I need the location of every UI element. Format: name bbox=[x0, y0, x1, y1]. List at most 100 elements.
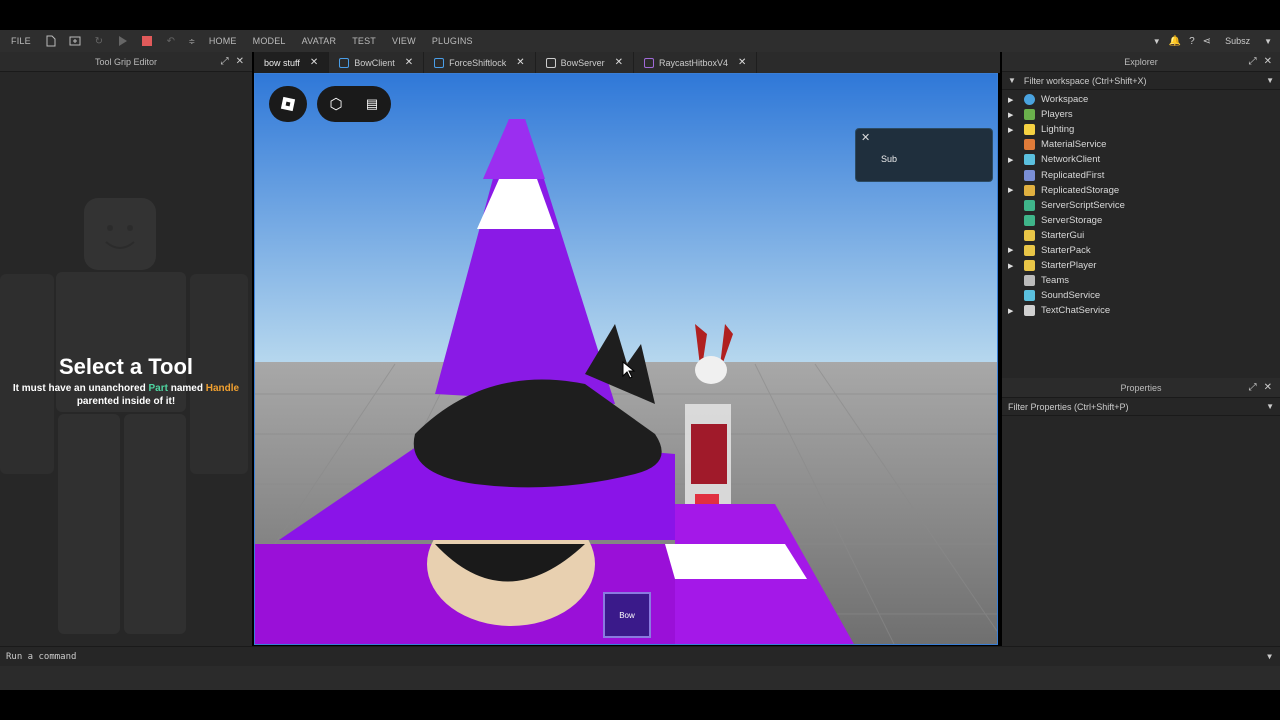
explorer-item[interactable]: SoundService bbox=[1002, 288, 1280, 303]
explorer-item-label: StarterPack bbox=[1041, 244, 1091, 256]
chevron-down-icon[interactable]: ▼ bbox=[1266, 76, 1274, 85]
explorer-item[interactable]: ▶ NetworkClient bbox=[1002, 152, 1280, 167]
globe-icon bbox=[1024, 94, 1035, 106]
script-icon bbox=[545, 57, 556, 68]
filter-icon: ▼ bbox=[1008, 76, 1016, 85]
dummy-left-leg bbox=[58, 414, 120, 634]
menu-test[interactable]: TEST bbox=[344, 36, 384, 46]
expand-arrow-icon[interactable]: ▶ bbox=[1002, 126, 1018, 134]
handle-keyword: Handle bbox=[205, 383, 240, 394]
properties-filter[interactable]: Filter Properties (Ctrl+Shift+P) ▼ bbox=[1002, 398, 1280, 416]
notification-icon[interactable]: 🔔 bbox=[1169, 36, 1181, 47]
grip-preview-area: Select a Tool It must have an unanchored… bbox=[0, 72, 252, 646]
chevron-down-icon[interactable]: ▼ bbox=[1267, 652, 1272, 661]
pin-icon[interactable]: ⤢ bbox=[1249, 382, 1257, 393]
explorer-item[interactable]: ServerStorage bbox=[1002, 213, 1280, 228]
explorer-item[interactable]: ▶ Lighting bbox=[1002, 122, 1280, 137]
chevron-down-icon[interactable]: ▼ bbox=[1153, 37, 1161, 46]
expand-arrow-icon[interactable]: ▶ bbox=[1002, 262, 1018, 270]
menu-view[interactable]: VIEW bbox=[384, 36, 424, 46]
explorer-item[interactable]: ▶ StarterPack bbox=[1002, 243, 1280, 258]
tab-bowclient[interactable]: BowClient ✕ bbox=[329, 52, 425, 73]
explorer-filter[interactable]: ▼ Filter workspace (Ctrl+Shift+X) ▼ bbox=[1002, 72, 1280, 90]
letterbox-top bbox=[0, 0, 1280, 30]
chevron-down-icon[interactable]: ▼ bbox=[1264, 37, 1272, 46]
explorer-item[interactable]: ▶ Workspace bbox=[1002, 92, 1280, 107]
close-icon[interactable]: ✕ bbox=[738, 57, 746, 68]
explorer-item[interactable]: Teams bbox=[1002, 273, 1280, 288]
help-icon[interactable]: ? bbox=[1189, 36, 1195, 47]
user-name[interactable]: Subsz bbox=[1225, 36, 1250, 46]
close-icon[interactable]: ✕ bbox=[310, 57, 318, 68]
hotbar-slot-bow[interactable]: Bow bbox=[603, 592, 651, 638]
expand-arrow-icon[interactable]: ▶ bbox=[1002, 246, 1018, 254]
pin-icon[interactable]: ⤢ bbox=[1249, 56, 1257, 67]
explorer-filter-input[interactable]: Filter workspace (Ctrl+Shift+X) bbox=[1024, 76, 1147, 86]
close-icon[interactable]: ✕ bbox=[615, 57, 623, 68]
tab-label: BowServer bbox=[560, 57, 605, 68]
explorer-item-label: Lighting bbox=[1041, 124, 1075, 136]
command-input[interactable]: Run a command bbox=[6, 652, 76, 662]
replicated-storage-icon bbox=[1024, 184, 1035, 196]
game-viewport[interactable]: ⬡ ▤ ✕ Sub Bow bbox=[254, 73, 998, 645]
explorer-item-label: ReplicatedFirst bbox=[1041, 169, 1105, 181]
stop-icon[interactable] bbox=[140, 34, 154, 48]
roblox-menu-button[interactable] bbox=[269, 86, 307, 122]
menu-model[interactable]: MODEL bbox=[245, 36, 294, 46]
close-icon[interactable]: ✕ bbox=[516, 57, 524, 68]
redo-icon[interactable]: ↻ bbox=[92, 34, 106, 48]
properties-filter-input[interactable]: Filter Properties (Ctrl+Shift+P) bbox=[1008, 402, 1129, 412]
dummy-right-leg bbox=[124, 414, 186, 634]
bulb-icon bbox=[1024, 124, 1035, 136]
material-icon bbox=[1024, 139, 1035, 151]
chat-icon[interactable]: ▤ bbox=[354, 96, 390, 112]
pin-icon[interactable]: ⤢ bbox=[221, 56, 229, 67]
undo-icon[interactable]: ↶ bbox=[164, 34, 178, 48]
close-icon[interactable]: ✕ bbox=[861, 131, 870, 144]
new-file-icon[interactable] bbox=[44, 34, 58, 48]
letterbox-bottom bbox=[0, 690, 1280, 720]
expand-arrow-icon[interactable]: ▶ bbox=[1002, 96, 1018, 104]
explorer-item[interactable]: ▶ TextChatService bbox=[1002, 303, 1280, 318]
close-icon[interactable]: ✕ bbox=[405, 57, 413, 68]
play-icon[interactable] bbox=[116, 34, 130, 48]
hotbar-label: Bow bbox=[619, 610, 635, 620]
tab-label: BowClient bbox=[354, 57, 395, 68]
instruction-text: parented inside of it! bbox=[76, 396, 176, 407]
explorer-item[interactable]: ServerScriptService bbox=[1002, 198, 1280, 213]
close-icon[interactable]: ✕ bbox=[236, 56, 244, 67]
sub-label[interactable]: Sub bbox=[881, 154, 897, 164]
tab-label: bow stuff bbox=[264, 57, 300, 68]
more-icon[interactable]: ≑ bbox=[188, 34, 196, 48]
tab-bowserver[interactable]: BowServer ✕ bbox=[536, 52, 634, 73]
sound-icon bbox=[1024, 290, 1035, 302]
explorer-item[interactable]: ReplicatedFirst bbox=[1002, 167, 1280, 182]
tab-forceshiftlock[interactable]: ForceShiftlock ✕ bbox=[424, 52, 536, 73]
close-icon[interactable]: ✕ bbox=[1264, 56, 1272, 67]
subscribe-popup: ✕ Sub bbox=[855, 128, 993, 182]
explorer-item[interactable]: MaterialService bbox=[1002, 137, 1280, 152]
menu-file[interactable]: FILE bbox=[0, 36, 39, 46]
explorer-item-label: TextChatService bbox=[1041, 305, 1111, 317]
explorer-item[interactable]: StarterGui bbox=[1002, 228, 1280, 243]
expand-arrow-icon[interactable]: ▶ bbox=[1002, 186, 1018, 194]
chevron-down-icon[interactable]: ▼ bbox=[1266, 402, 1274, 411]
menu-plugins[interactable]: PLUGINS bbox=[424, 36, 481, 46]
explorer-item-label: ServerStorage bbox=[1041, 214, 1103, 226]
tab-raycasthitboxv4[interactable]: RaycastHitboxV4 ✕ bbox=[634, 52, 758, 73]
selection-icon[interactable]: ⬡ bbox=[318, 95, 354, 113]
chat-icon bbox=[1024, 305, 1035, 317]
expand-arrow-icon[interactable]: ▶ bbox=[1002, 111, 1018, 119]
open-file-icon[interactable] bbox=[68, 34, 82, 48]
expand-arrow-icon[interactable]: ▶ bbox=[1002, 307, 1018, 315]
share-icon[interactable]: ⋖ bbox=[1203, 36, 1211, 47]
expand-arrow-icon[interactable]: ▶ bbox=[1002, 156, 1018, 164]
close-icon[interactable]: ✕ bbox=[1264, 382, 1272, 393]
explorer-item[interactable]: ▶ StarterPlayer bbox=[1002, 258, 1280, 273]
explorer-item[interactable]: ▶ Players bbox=[1002, 107, 1280, 122]
menu-home[interactable]: HOME bbox=[201, 36, 245, 46]
explorer-item[interactable]: ▶ ReplicatedStorage bbox=[1002, 183, 1280, 198]
menu-avatar[interactable]: AVATAR bbox=[294, 36, 345, 46]
command-bar[interactable]: Run a command ▼ bbox=[0, 646, 1280, 666]
tab-bow-stuff[interactable]: bow stuff ✕ bbox=[254, 52, 330, 73]
